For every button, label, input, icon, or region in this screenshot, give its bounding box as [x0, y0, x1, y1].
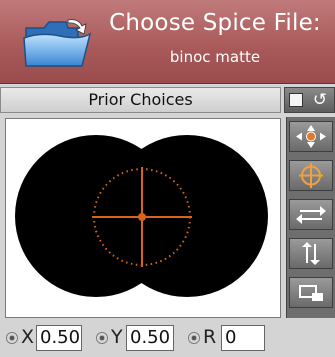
flip-vertical-button[interactable] [289, 238, 333, 269]
reset-frame-icon [299, 285, 323, 301]
r-label: R [203, 326, 217, 348]
reset-frame-button[interactable] [289, 277, 333, 308]
r-radio[interactable] [188, 332, 200, 344]
crosshair-target-icon [299, 163, 323, 188]
center-tool-button[interactable] [289, 160, 333, 191]
open-folder-button[interactable] [20, 14, 94, 72]
matte-preview [15, 135, 268, 297]
move-icon [296, 125, 326, 148]
flip-vertical-icon [302, 242, 320, 265]
r-field[interactable]: 0 [221, 325, 265, 351]
prior-choices-button[interactable]: Prior Choices [0, 87, 281, 113]
x-field[interactable]: 0.50 [36, 325, 82, 351]
header-bar: Choose Spice File: binoc matte [0, 0, 335, 84]
y-label: Y [111, 326, 123, 348]
y-field[interactable]: 0.50 [126, 325, 174, 351]
tool-column [286, 117, 335, 318]
position-fields: X 0.50 Y 0.50 R 0 [0, 320, 335, 357]
flip-horizontal-button[interactable] [289, 199, 333, 230]
matte-preview-canvas[interactable] [5, 118, 281, 318]
x-radio[interactable] [6, 332, 18, 344]
rotate-icon[interactable]: ↺ [309, 90, 331, 110]
x-label: X [21, 326, 35, 348]
selected-filename: binoc matte [169, 48, 261, 66]
square-toggle-icon[interactable] [289, 93, 303, 107]
top-tool-group: ↺ [284, 87, 335, 113]
y-radio[interactable] [96, 332, 108, 344]
center-handle[interactable] [138, 213, 146, 221]
flip-horizontal-icon [296, 206, 326, 224]
move-tool-button[interactable] [289, 121, 333, 152]
choose-file-title: Choose Spice File: [109, 10, 321, 36]
folder-icon [23, 19, 92, 67]
